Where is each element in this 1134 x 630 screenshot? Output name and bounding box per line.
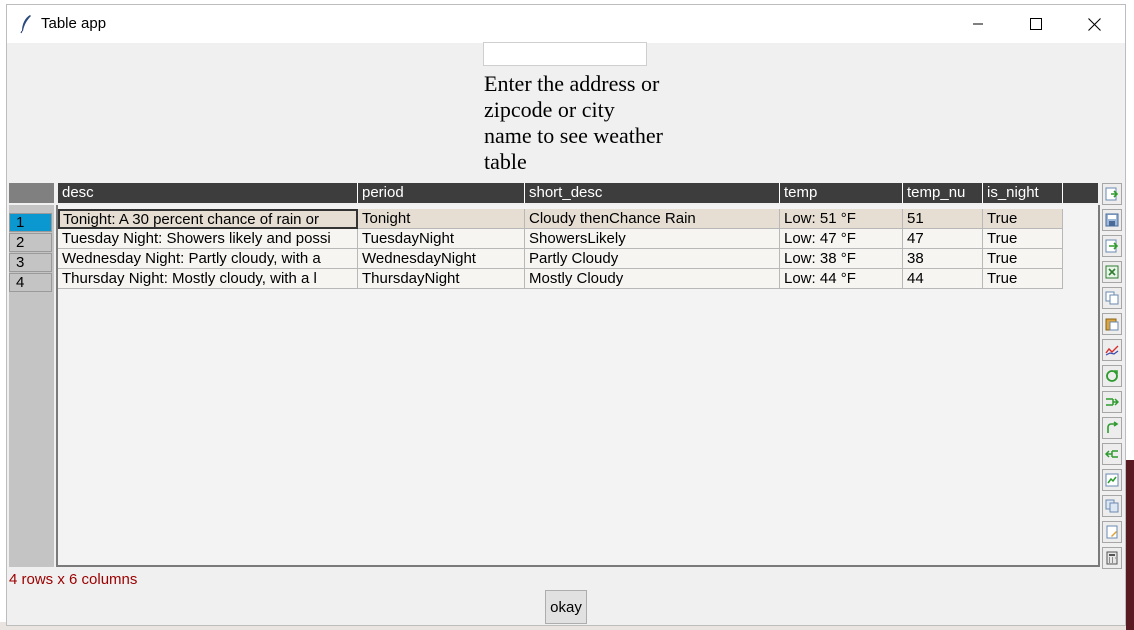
table-cell[interactable]: True xyxy=(983,209,1063,229)
table-cell[interactable]: WednesdayNight xyxy=(358,249,525,269)
transpose-icon xyxy=(1106,370,1118,382)
column-header-short-desc[interactable]: short_desc xyxy=(525,183,780,203)
paste-button[interactable] xyxy=(1102,313,1122,335)
export-icon xyxy=(1105,239,1119,253)
table-cell[interactable]: Low: 44 °F xyxy=(780,269,903,289)
row-number[interactable]: 1 xyxy=(9,213,52,232)
calculator-icon xyxy=(1106,551,1118,565)
address-prompt-label: Enter the address or zipcode or city nam… xyxy=(484,71,663,174)
close-button[interactable] xyxy=(1065,5,1123,43)
maximize-icon xyxy=(1030,18,1042,30)
query-button[interactable] xyxy=(1102,495,1122,517)
plot-button[interactable] xyxy=(1102,339,1122,361)
melt-button[interactable] xyxy=(1102,443,1122,465)
excel-button[interactable] xyxy=(1102,261,1122,283)
table-cell[interactable]: Cloudy thenChance Rain xyxy=(525,209,780,229)
table-cell[interactable]: Mostly Cloudy xyxy=(525,269,780,289)
evaluate-icon xyxy=(1106,525,1118,539)
table-cell[interactable]: Low: 38 °F xyxy=(780,249,903,269)
app-window: Table app Enter the address or zipcode o… xyxy=(6,4,1126,626)
table-cell[interactable]: True xyxy=(983,249,1063,269)
maximize-button[interactable] xyxy=(1007,5,1065,43)
table-cell[interactable]: Low: 51 °F xyxy=(780,209,903,229)
query-icon xyxy=(1105,499,1119,513)
column-header-is-night[interactable]: is_night xyxy=(983,183,1063,203)
save-button[interactable] xyxy=(1102,209,1122,231)
table-toolbar xyxy=(1102,183,1122,571)
table-cell[interactable]: Wednesday Night: Partly cloudy, with a xyxy=(58,249,358,269)
import-button[interactable] xyxy=(1102,183,1122,205)
table-cell[interactable]: Partly Cloudy xyxy=(525,249,780,269)
table-cell[interactable]: ThursdayNight xyxy=(358,269,525,289)
row-number[interactable]: 4 xyxy=(9,273,52,292)
merge-icon xyxy=(1105,473,1119,487)
table-cell[interactable]: 47 xyxy=(903,229,983,249)
merge-button[interactable] xyxy=(1102,469,1122,491)
table-cell[interactable]: 44 xyxy=(903,269,983,289)
row-number[interactable]: 2 xyxy=(9,233,52,252)
table-cell[interactable]: True xyxy=(983,229,1063,249)
minimize-button[interactable] xyxy=(949,5,1007,43)
pivot-button[interactable] xyxy=(1102,417,1122,439)
save-icon xyxy=(1105,213,1119,227)
table-cell[interactable]: True xyxy=(983,269,1063,289)
table-cell[interactable]: TuesdayNight xyxy=(358,229,525,249)
table-cell[interactable]: Thursday Night: Mostly cloudy, with a l xyxy=(58,269,358,289)
table-cell[interactable]: 38 xyxy=(903,249,983,269)
table-status-text: 4 rows x 6 columns xyxy=(9,571,138,588)
table-grid[interactable]: Tonight: A 30 percent chance of rain or … xyxy=(56,205,1100,567)
import-icon xyxy=(1105,187,1119,201)
paste-icon xyxy=(1105,318,1119,331)
title-bar[interactable]: Table app xyxy=(7,5,1125,43)
window-title: Table app xyxy=(41,15,107,32)
row-number[interactable]: 3 xyxy=(9,253,52,272)
table-cell[interactable]: Tonight xyxy=(358,209,525,229)
feather-icon xyxy=(20,15,31,34)
table-cell[interactable]: ShowersLikely xyxy=(525,229,780,249)
copy-icon xyxy=(1105,291,1119,305)
calculator-button[interactable] xyxy=(1102,547,1122,569)
aggregate-button[interactable] xyxy=(1102,391,1122,413)
export-button[interactable] xyxy=(1102,235,1122,257)
column-header-period[interactable]: period xyxy=(358,183,525,203)
transpose-button[interactable] xyxy=(1102,365,1122,387)
plot-icon xyxy=(1105,345,1119,356)
table-cell[interactable]: 51 xyxy=(903,209,983,229)
column-header-temp-nu[interactable]: temp_nu xyxy=(903,183,983,203)
aggregate-icon xyxy=(1106,398,1119,406)
okay-button[interactable]: okay xyxy=(545,590,587,624)
table-cell[interactable]: Low: 47 °F xyxy=(780,229,903,249)
minimize-icon xyxy=(973,23,983,25)
melt-icon xyxy=(1105,450,1118,458)
row-header-column: 1 2 3 4 xyxy=(9,205,54,567)
desktop-background-edge xyxy=(1126,460,1134,630)
table-cell[interactable]: Tonight: A 30 percent chance of rain or xyxy=(58,209,358,229)
pivot-icon xyxy=(1107,421,1119,433)
evaluate-button[interactable] xyxy=(1102,521,1122,543)
close-icon xyxy=(1087,17,1101,31)
column-header-bar: desc period short_desc temp temp_nu is_n… xyxy=(58,183,1098,203)
table-cell[interactable]: Tuesday Night: Showers likely and possi xyxy=(58,229,358,249)
excel-icon xyxy=(1105,265,1119,279)
column-header-desc[interactable]: desc xyxy=(58,183,358,203)
copy-button[interactable] xyxy=(1102,287,1122,309)
column-header-temp[interactable]: temp xyxy=(780,183,903,203)
address-input[interactable] xyxy=(483,42,647,66)
table-corner[interactable] xyxy=(9,183,54,203)
